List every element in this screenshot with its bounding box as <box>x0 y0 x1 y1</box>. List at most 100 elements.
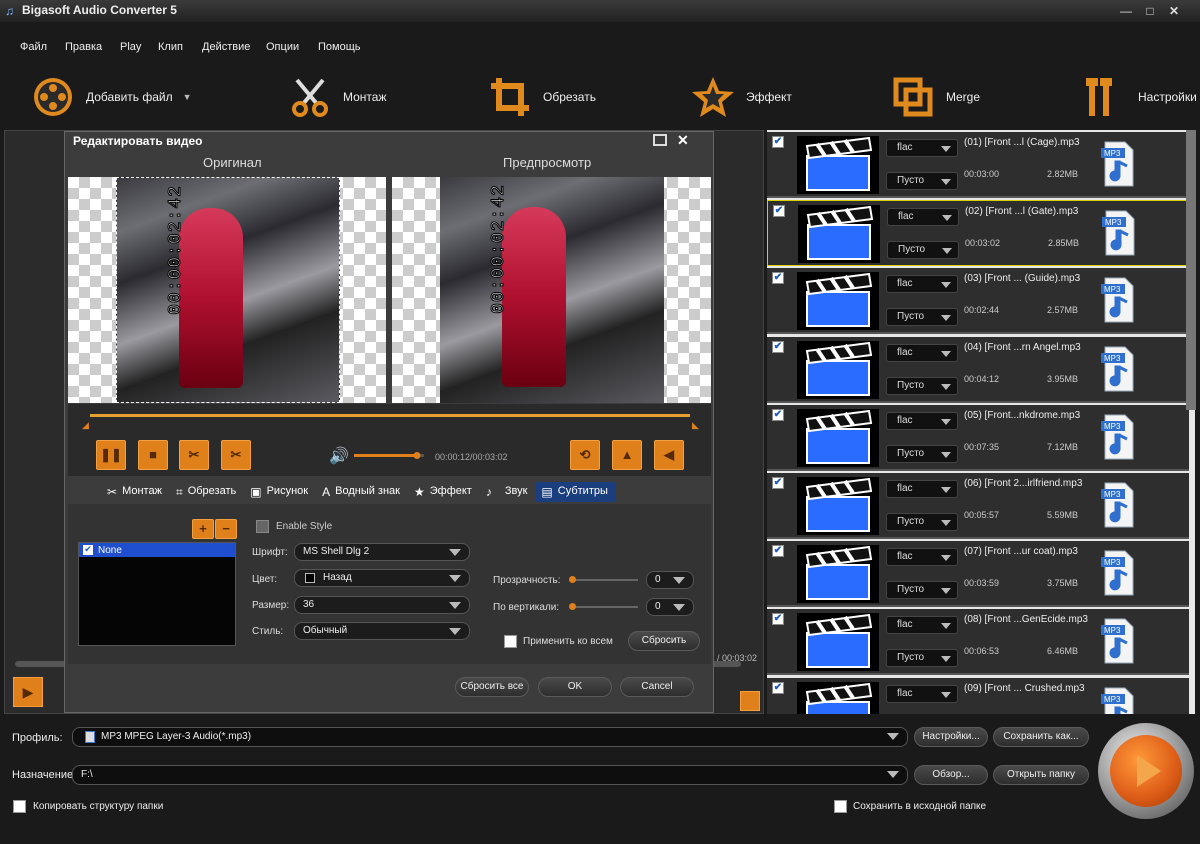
tab-montage[interactable]: ✂ Монтаж <box>101 482 170 502</box>
menu-play[interactable]: Play <box>120 41 141 53</box>
format-dropdown[interactable]: flac <box>887 208 959 227</box>
flip-horizontal-button[interactable]: ◀ <box>654 440 684 470</box>
reset-button[interactable]: Сбросить <box>628 631 700 651</box>
save-source-checkbox[interactable] <box>834 800 847 813</box>
ok-button[interactable]: OK <box>538 677 612 697</box>
file-row[interactable]: ✔ flac Пусто (06) [Front 2...irlfriend.mp3 0… <box>767 473 1189 539</box>
check-icon[interactable]: ✔ <box>83 545 93 555</box>
apply-all-checkbox[interactable] <box>504 635 517 648</box>
file-checkbox[interactable]: ✔ <box>772 408 784 421</box>
tab-picture[interactable]: ▣ Рисунок <box>244 482 316 502</box>
style-dropdown[interactable]: Обычный <box>294 622 470 640</box>
play-button[interactable]: ▶ <box>13 677 43 707</box>
size-dropdown[interactable]: 36 <box>294 596 470 614</box>
menu-file[interactable]: Файл <box>20 41 47 53</box>
subtitle-list-item[interactable]: ✔ None <box>79 543 235 557</box>
subtitle-dropdown[interactable]: Пусто <box>887 241 959 260</box>
volume-slider[interactable] <box>354 452 428 460</box>
trim-end-marker[interactable]: ◣ <box>692 420 699 431</box>
montage-button[interactable]: Монтаж <box>287 68 387 126</box>
convert-button[interactable] <box>1098 723 1194 819</box>
file-row[interactable]: ✔ flac Пусто (01) [Front ...l (Cage).mp3 00:… <box>767 132 1189 198</box>
close-button[interactable]: ✕ <box>1164 2 1184 20</box>
file-row[interactable]: ✔ flac Пусто (05) [Front...nkdrome.mp3 00:07… <box>767 404 1189 471</box>
browse-button[interactable]: Обзор... <box>914 765 988 785</box>
destination-input[interactable]: F:\ <box>72 765 908 785</box>
file-checkbox[interactable]: ✔ <box>772 545 784 558</box>
file-row[interactable]: ✔ flac Пусто (07) [Front ...ur coat).mp3 00:… <box>767 541 1189 608</box>
subtitle-dropdown[interactable]: Пусто <box>886 376 958 395</box>
trim-start-marker[interactable]: ◢ <box>82 420 89 431</box>
chevron-down-icon[interactable]: ▼ <box>183 92 192 102</box>
format-dropdown[interactable]: flac <box>886 480 958 498</box>
file-row[interactable]: ✔ flac Пусто (08) [Front ...GenEcide.mp3 00:… <box>767 609 1189 676</box>
profile-dropdown[interactable]: MP3 MPEG Layer-3 Audio(*.mp3) <box>72 727 908 747</box>
format-dropdown[interactable]: flac <box>886 616 958 635</box>
format-dropdown[interactable]: flac <box>886 343 958 362</box>
format-dropdown[interactable]: flac <box>886 275 958 294</box>
reset-all-button[interactable]: Сбросить все <box>455 677 529 697</box>
subtitle-dropdown[interactable]: Пусто <box>886 308 958 327</box>
subtitle-dropdown[interactable]: Пусто <box>886 649 958 668</box>
menu-edit[interactable]: Правка <box>65 41 102 53</box>
copy-structure-checkbox[interactable] <box>13 800 26 813</box>
file-row[interactable]: ✔ flac (09) [Front ... Crushed.mp3 MP3 <box>767 677 1189 714</box>
subtitle-dropdown[interactable]: Пусто <box>886 513 958 531</box>
file-checkbox[interactable]: ✔ <box>772 136 784 148</box>
save-as-button[interactable]: Сохранить как... <box>993 727 1089 747</box>
menu-options[interactable]: Опции <box>266 41 299 53</box>
flip-vertical-button[interactable]: ▲ <box>612 440 642 470</box>
cut-button[interactable]: ✂ <box>179 440 209 470</box>
add-file-button[interactable]: Добавить файл ▼ <box>30 68 192 126</box>
pause-button[interactable]: ❚❚ <box>96 440 126 470</box>
split-button[interactable]: ✂ <box>221 440 251 470</box>
format-dropdown[interactable]: flac <box>886 139 958 157</box>
color-dropdown[interactable]: Назад <box>294 569 470 587</box>
file-checkbox[interactable]: ✔ <box>772 477 784 489</box>
settings-button[interactable]: Настройки <box>1082 68 1197 126</box>
tab-subtitles[interactable]: ▤ Субтитры <box>535 482 616 502</box>
volume-icon[interactable]: 🔊 <box>329 446 349 466</box>
file-checkbox[interactable]: ✔ <box>772 340 784 353</box>
crop-button[interactable]: Обрезать <box>487 68 596 126</box>
rotate-button[interactable]: ⟲ <box>570 440 600 470</box>
timeline-track[interactable] <box>90 414 690 417</box>
effect-button[interactable]: Эффект <box>690 68 792 126</box>
format-dropdown[interactable]: flac <box>886 684 958 703</box>
tab-watermark[interactable]: A Водный знак <box>316 482 408 502</box>
tab-crop[interactable]: ⌗ Обрезать <box>170 482 244 502</box>
transparency-slider[interactable] <box>569 576 638 583</box>
file-checkbox[interactable]: ✔ <box>773 205 785 218</box>
transparency-spinner[interactable]: 0 <box>646 571 694 589</box>
format-dropdown[interactable]: flac <box>886 548 958 567</box>
vertical-slider[interactable] <box>569 603 638 610</box>
subtitle-dropdown[interactable]: Пусто <box>886 444 958 463</box>
dialog-maximize-button[interactable] <box>653 134 667 146</box>
file-row[interactable]: ✔ flac Пусто (02) [Front ...l (Gate).mp3 00:… <box>767 200 1189 267</box>
stop-button[interactable]: ■ <box>138 440 168 470</box>
remove-subtitle-button[interactable]: − <box>215 519 237 539</box>
file-checkbox[interactable]: ✔ <box>772 613 784 626</box>
enable-style-checkbox[interactable] <box>256 520 269 533</box>
file-checkbox[interactable]: ✔ <box>772 272 784 285</box>
file-row[interactable]: ✔ flac Пусто (04) [Front ...rn Angel.mp3 00:… <box>767 336 1189 403</box>
subtitle-dropdown[interactable]: Пусто <box>886 581 958 600</box>
tab-sound[interactable]: ♪ Звук <box>480 482 536 502</box>
open-folder-button[interactable]: Открыть папку <box>993 765 1089 785</box>
profile-settings-button[interactable]: Настройки... <box>914 727 988 747</box>
merge-button[interactable]: Merge <box>890 68 980 126</box>
tab-effect[interactable]: ★ Эффект <box>408 482 480 502</box>
dialog-close-button[interactable]: ✕ <box>677 132 689 149</box>
menu-action[interactable]: Действие <box>202 41 250 53</box>
menu-help[interactable]: Помощь <box>318 41 361 53</box>
menu-clip[interactable]: Клип <box>158 41 183 53</box>
original-video-frame[interactable]: 00:00:02:42 <box>68 177 386 403</box>
minimize-button[interactable]: — <box>1116 2 1136 20</box>
file-list-scrollbar[interactable] <box>1186 130 1196 410</box>
add-subtitle-button[interactable]: + <box>192 519 214 539</box>
cancel-button[interactable]: Cancel <box>620 677 694 697</box>
fullscreen-button[interactable] <box>740 691 760 711</box>
file-row[interactable]: ✔ flac Пусто (03) [Front ... (Guide).mp3 00:… <box>767 268 1189 335</box>
file-checkbox[interactable]: ✔ <box>772 681 784 694</box>
subtitle-dropdown[interactable]: Пусто <box>886 172 958 190</box>
